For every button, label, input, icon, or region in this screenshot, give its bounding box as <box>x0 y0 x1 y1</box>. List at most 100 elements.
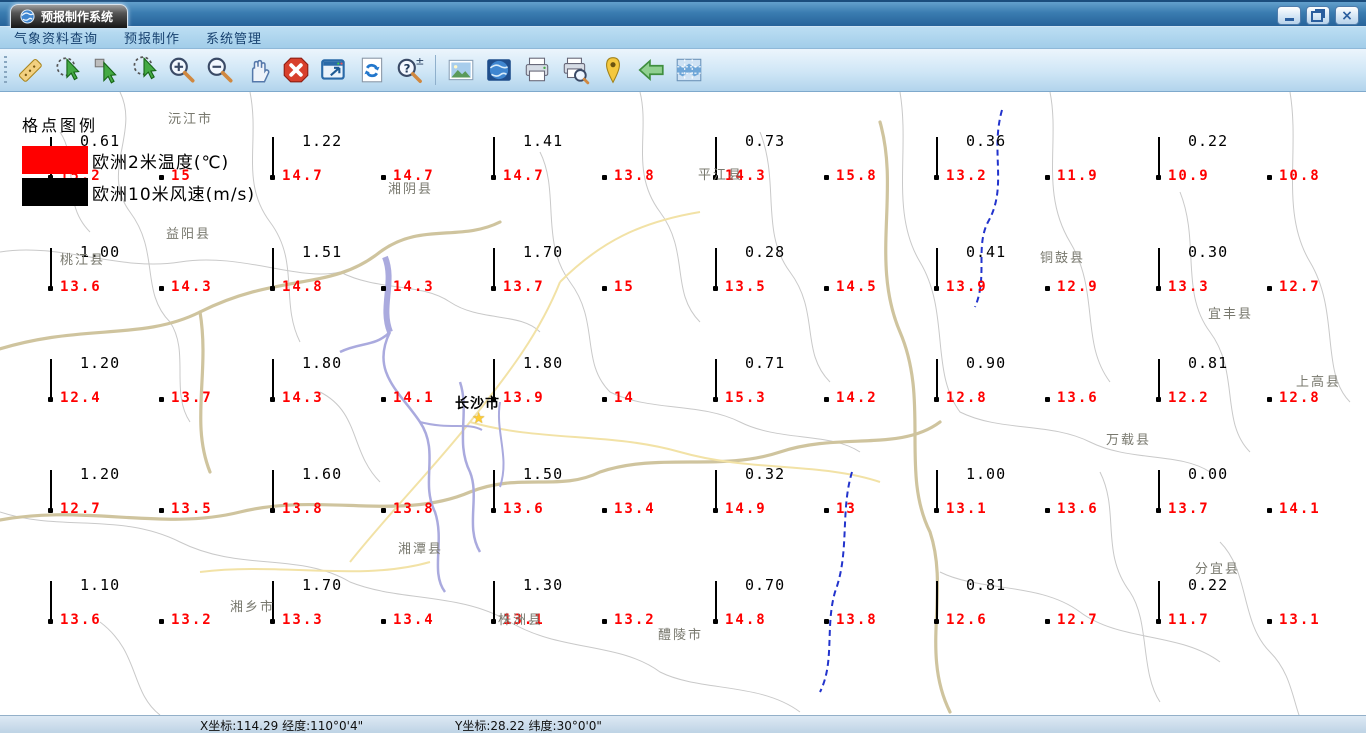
grid-point-dot <box>270 286 275 291</box>
temp-value: 14.8 <box>282 279 324 295</box>
app-tab[interactable]: 预报制作系统 <box>10 4 129 28</box>
temp-value: 13 <box>836 501 857 517</box>
title-bar: 预报制作系统 × <box>0 0 1366 28</box>
wind-barb <box>1158 248 1160 288</box>
temp-value: 14.9 <box>725 501 767 517</box>
map-label: 铜鼓县 <box>1040 251 1086 266</box>
identify-help-button[interactable]: ? ± <box>392 52 428 88</box>
legend-label: 欧洲10米风速(m/s) <box>92 184 256 205</box>
menu-item[interactable]: 预报制作 <box>124 28 180 47</box>
grid-point-dot <box>48 286 53 291</box>
status-x-coordinate: X坐标:114.29 经度:110°0'4" <box>200 719 364 733</box>
print-button[interactable] <box>519 52 555 88</box>
legend-item: 欧洲10米风速(m/s) <box>22 178 255 206</box>
wind-barb <box>936 470 938 510</box>
map-canvas[interactable]: 沅江市 湘阴县 平江县 益阳县 桃江县 铜鼓县 宜丰县 上高县 长沙市 万载县 湘潭县 分宜县 湘乡市株… <box>0 92 1366 715</box>
temp-value: 13.6 <box>60 612 102 628</box>
temp-value: 13.6 <box>60 279 102 295</box>
zoom-in-button[interactable] <box>164 52 200 88</box>
temp-value: 15.8 <box>836 168 878 184</box>
back-arrow-button[interactable] <box>633 52 669 88</box>
grid-point-dot <box>1156 286 1161 291</box>
temp-value: 13.7 <box>503 279 545 295</box>
window-extent-button[interactable] <box>316 52 352 88</box>
temp-value: 13.7 <box>171 390 213 406</box>
wind-barb <box>715 359 717 399</box>
map-label: 湘潭县 <box>398 542 444 557</box>
wind-barb <box>50 581 52 621</box>
minimize-button[interactable] <box>1277 6 1301 25</box>
wind-value: 1.41 <box>523 132 564 150</box>
map-tiles-button[interactable] <box>671 52 707 88</box>
wind-barb <box>272 470 274 510</box>
globe-view-button[interactable] <box>481 52 517 88</box>
select-pointer-lasso-button[interactable] <box>126 52 162 88</box>
cancel-button[interactable] <box>278 52 314 88</box>
select-pointer-circle-icon <box>56 57 80 81</box>
city-star-icon: ★ <box>472 409 486 427</box>
wind-value: 0.90 <box>966 354 1007 372</box>
grid-point-dot <box>1267 397 1272 402</box>
location-pin-button[interactable] <box>595 52 631 88</box>
print-preview-button[interactable] <box>557 52 593 88</box>
temp-value: 13.2 <box>171 612 213 628</box>
print-preview-icon <box>563 57 590 85</box>
grid-point-dot <box>1267 175 1272 180</box>
wind-value: 1.30 <box>523 576 564 594</box>
wind-barb <box>1158 359 1160 399</box>
temp-value: 13.8 <box>282 501 324 517</box>
measure-ruler-icon <box>18 58 42 82</box>
grid-point-dot <box>1045 286 1050 291</box>
temp-value: 11.7 <box>1168 612 1210 628</box>
export-image-button[interactable] <box>443 52 479 88</box>
grid-point-dot <box>934 397 939 402</box>
wind-barb <box>50 248 52 288</box>
grid-point-dot <box>1267 619 1272 624</box>
grid-point-dot <box>1045 508 1050 513</box>
menu-item[interactable]: 气象资料查询 <box>14 28 98 47</box>
wind-barb <box>272 137 274 177</box>
temp-value: 14.1 <box>393 390 435 406</box>
wind-value: 0.70 <box>745 576 786 594</box>
map-label: 株洲县 <box>498 613 544 628</box>
grid-point-dot <box>270 619 275 624</box>
grid-point-dot <box>381 619 386 624</box>
select-pointer-lasso-icon <box>133 56 157 80</box>
grid-point-dot <box>602 619 607 624</box>
wind-value: 0.32 <box>745 465 786 483</box>
grid-point-dot <box>602 397 607 402</box>
temp-value: 13.6 <box>1057 390 1099 406</box>
grid-point-dot <box>1045 619 1050 624</box>
wind-value: 1.10 <box>80 576 121 594</box>
print-icon <box>525 57 549 82</box>
grid-point-dot <box>1156 175 1161 180</box>
temp-value: 14.2 <box>836 390 878 406</box>
wind-barb <box>50 359 52 399</box>
temp-value: 13.6 <box>503 501 545 517</box>
temp-value: 13.3 <box>1168 279 1210 295</box>
window-title: 预报制作系统 <box>41 10 114 24</box>
pan-hand-button[interactable] <box>240 52 276 88</box>
temp-value: 13.7 <box>1168 501 1210 517</box>
wind-value: 0.73 <box>745 132 786 150</box>
close-button[interactable]: × <box>1335 6 1359 25</box>
temp-value: 13.2 <box>614 612 656 628</box>
wind-value: 0.41 <box>966 243 1007 261</box>
grid-point-dot <box>602 508 607 513</box>
select-pointer-circle-button[interactable] <box>50 52 86 88</box>
grid-point-dot <box>934 175 939 180</box>
refresh-page-button[interactable] <box>354 52 390 88</box>
temp-value: 12.7 <box>60 501 102 517</box>
zoom-out-button[interactable] <box>202 52 238 88</box>
measure-ruler-button[interactable] <box>12 52 48 88</box>
wind-value: 0.81 <box>966 576 1007 594</box>
temp-value: 14.3 <box>282 390 324 406</box>
close-icon: × <box>1341 7 1353 24</box>
temp-value: 14.1 <box>1279 501 1321 517</box>
menu-item[interactable]: 系统管理 <box>206 28 262 47</box>
grid-point-dot <box>381 397 386 402</box>
select-pointer-box-button[interactable] <box>88 52 124 88</box>
restore-button[interactable] <box>1306 6 1330 25</box>
wind-value: 0.22 <box>1188 132 1229 150</box>
status-y-coordinate: Y坐标:28.22 纬度:30°0'0" <box>455 719 602 733</box>
